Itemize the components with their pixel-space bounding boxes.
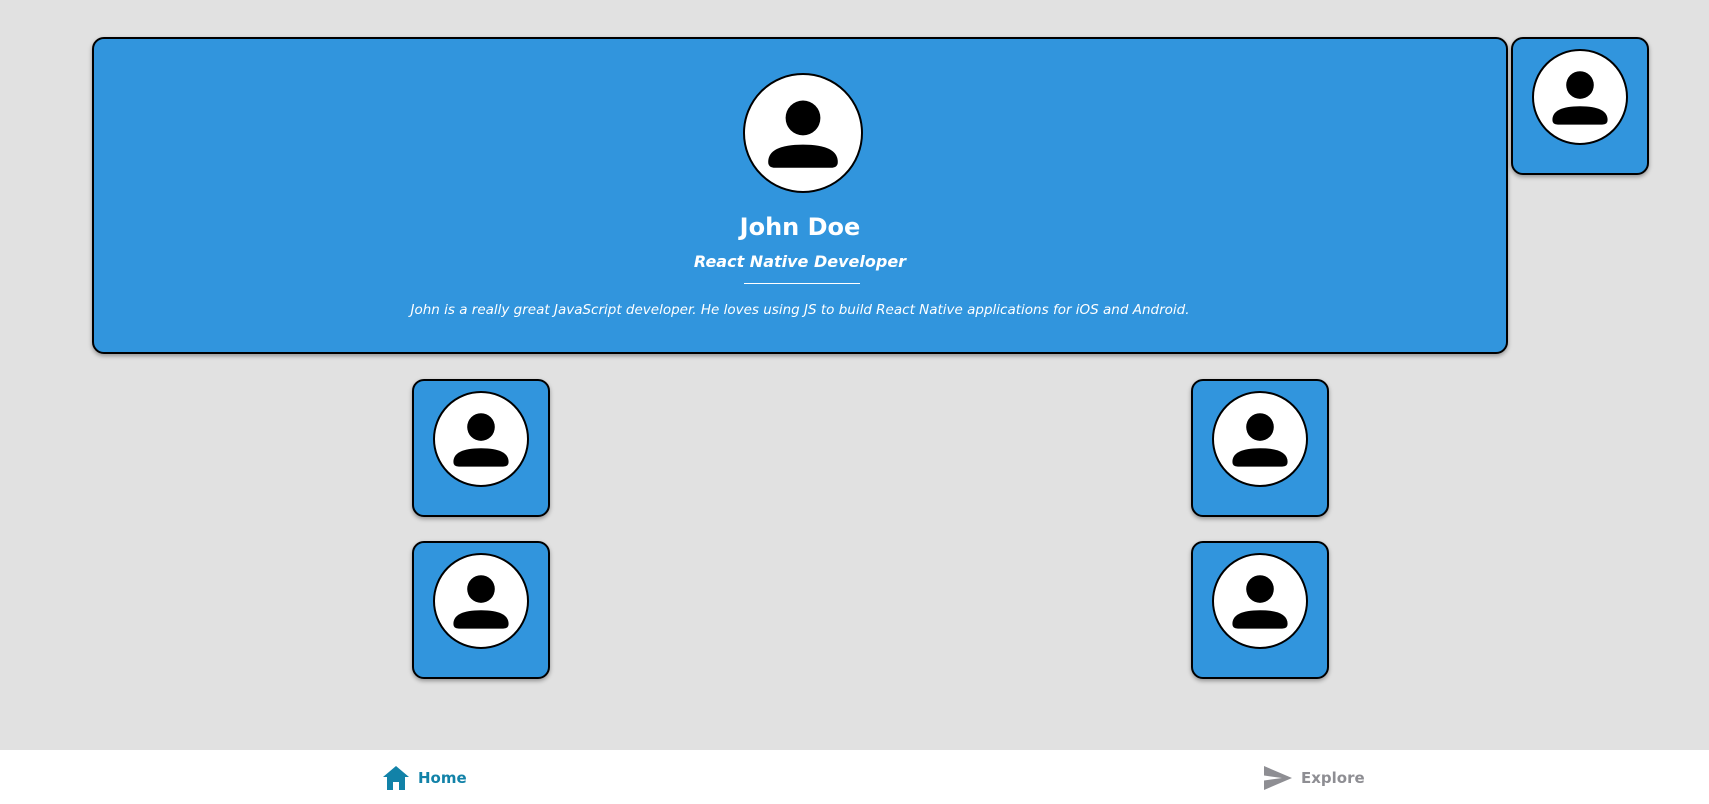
mini-profile-card[interactable] (1191, 541, 1329, 679)
person-icon (453, 575, 509, 629)
mini-avatar (1532, 49, 1628, 145)
mini-profile-card[interactable] (1511, 37, 1649, 175)
person-icon (1232, 575, 1288, 629)
mini-profile-card[interactable] (1191, 379, 1329, 517)
tab-home-label: Home (418, 769, 467, 787)
bottom-tab-bar: Home Explore (0, 750, 1709, 804)
mini-avatar (433, 391, 529, 487)
tab-home[interactable]: Home (382, 762, 467, 794)
mini-profile-card[interactable] (412, 379, 550, 517)
divider (744, 283, 860, 284)
mini-avatar (1212, 553, 1308, 649)
person-icon (1552, 71, 1608, 125)
mini-profile-card[interactable] (412, 541, 550, 679)
mini-avatar (433, 553, 529, 649)
profile-role: React Native Developer (693, 252, 907, 271)
person-icon (1232, 413, 1288, 467)
profile-avatar (743, 73, 863, 193)
profile-name: John Doe (739, 213, 861, 241)
tab-explore[interactable]: Explore (1263, 762, 1365, 794)
profile-card[interactable]: John Doe React Native Developer John is … (92, 37, 1508, 354)
person-icon (768, 100, 838, 168)
profile-bio: John is a really great JavaScript develo… (410, 302, 1190, 318)
mini-avatar (1212, 391, 1308, 487)
send-icon (1264, 766, 1292, 790)
person-icon (453, 413, 509, 467)
home-icon (383, 766, 409, 790)
tab-explore-label: Explore (1301, 769, 1365, 787)
